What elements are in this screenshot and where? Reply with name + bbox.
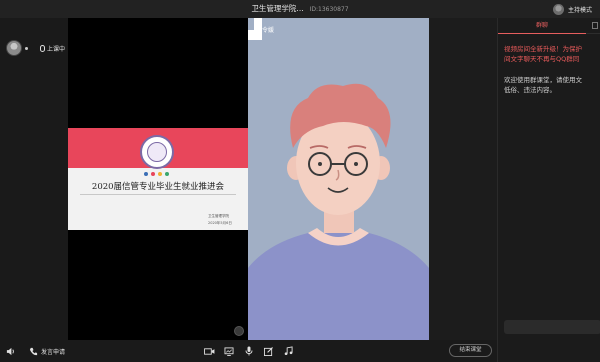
participant-avatar[interactable] [6, 40, 28, 56]
slide-color-dots [144, 172, 169, 176]
slide-date: 2020年5月6日 [208, 221, 232, 225]
title-bar: 卫生管理学院... ID:13630877 主持模式 [0, 0, 600, 18]
speak-request-label: 发言申请 [41, 348, 66, 356]
host-mode-label: 主持模式 [567, 6, 592, 14]
notice-line: 视频房间全新升级！为保护 [504, 45, 582, 53]
dot-icon [144, 172, 148, 176]
end-class-button[interactable]: 结束课堂 [449, 344, 492, 357]
more-tab-icon[interactable] [592, 22, 598, 29]
window-title: 卫生管理学院... ID:13630877 [0, 3, 600, 14]
mic-icon [245, 346, 253, 356]
slide-title: 2020届信管专业毕业生就业推进会 [91, 182, 225, 192]
participant-column: 上课中 [0, 18, 68, 340]
slide-org: 卫生管理学院 [208, 214, 229, 218]
music-button[interactable] [284, 346, 293, 356]
university-seal-icon [140, 135, 174, 169]
video-tile[interactable]: 孔令媛 [248, 18, 429, 340]
on-stage-status: 上课中 [40, 44, 65, 53]
dot-icon [151, 172, 155, 176]
notice-line: 间文字聊天不再与QQ群同 [504, 55, 580, 63]
status-dot-icon [25, 46, 28, 50]
mic-button[interactable] [245, 346, 253, 356]
camera-icon [204, 347, 215, 355]
edit-button[interactable] [264, 346, 273, 356]
chat-input[interactable] [504, 320, 600, 334]
sidebar-tabs: 群聊 [498, 18, 600, 34]
music-icon [284, 346, 293, 356]
chat-sidebar: 群聊 视频房间全新升级！为保护 间文字聊天不再与QQ群同 欢迎使用群课堂，请使用… [497, 18, 600, 340]
welcome-line: 欢迎使用群课堂，请使用文 [504, 76, 582, 84]
slide-divider [80, 194, 236, 195]
watermark-icon [248, 18, 262, 40]
avatar-icon [6, 40, 22, 56]
phone-icon [29, 347, 38, 355]
welcome-message: 欢迎使用群课堂，请使用文 低俗、违法内容。 [504, 75, 600, 95]
presentation-slide: 2020届信管专业毕业生就业推进会 卫生管理学院 2020年5月6日 [68, 128, 248, 230]
control-bar: 发言申请 结束课堂 [0, 340, 497, 362]
sidebar-footer [497, 340, 600, 362]
host-mode-toggle[interactable]: 主持模式 [552, 3, 592, 15]
room-id: ID:13630877 [309, 6, 349, 13]
mic-icon [40, 45, 45, 52]
screen-share-pane: 2020届信管专业毕业生就业推进会 卫生管理学院 2020年5月6日 [68, 18, 248, 340]
dot-icon [165, 172, 169, 176]
camera-button[interactable] [204, 346, 215, 356]
screen-share-button[interactable] [224, 346, 234, 356]
volume-icon [6, 347, 14, 355]
avatar-icon [552, 3, 564, 15]
edit-icon [264, 346, 273, 356]
group-class-app: 卫生管理学院... ID:13630877 主持模式 上课中 2020届信管专业… [0, 0, 600, 362]
screen-share-icon [224, 346, 234, 356]
welcome-line: 低俗、违法内容。 [504, 86, 556, 94]
on-stage-label: 上课中 [47, 46, 66, 53]
system-notice: 视频房间全新升级！为保护 间文字聊天不再与QQ群同 [504, 44, 600, 64]
room-name: 卫生管理学院... [251, 4, 304, 13]
default-avatar-illustration [248, 83, 429, 340]
dot-icon [158, 172, 162, 176]
switch-camera-icon[interactable] [234, 326, 244, 336]
tab-group-chat[interactable]: 群聊 [498, 18, 586, 34]
speak-request-button[interactable]: 发言申请 [29, 346, 65, 356]
volume-button[interactable] [6, 346, 15, 356]
